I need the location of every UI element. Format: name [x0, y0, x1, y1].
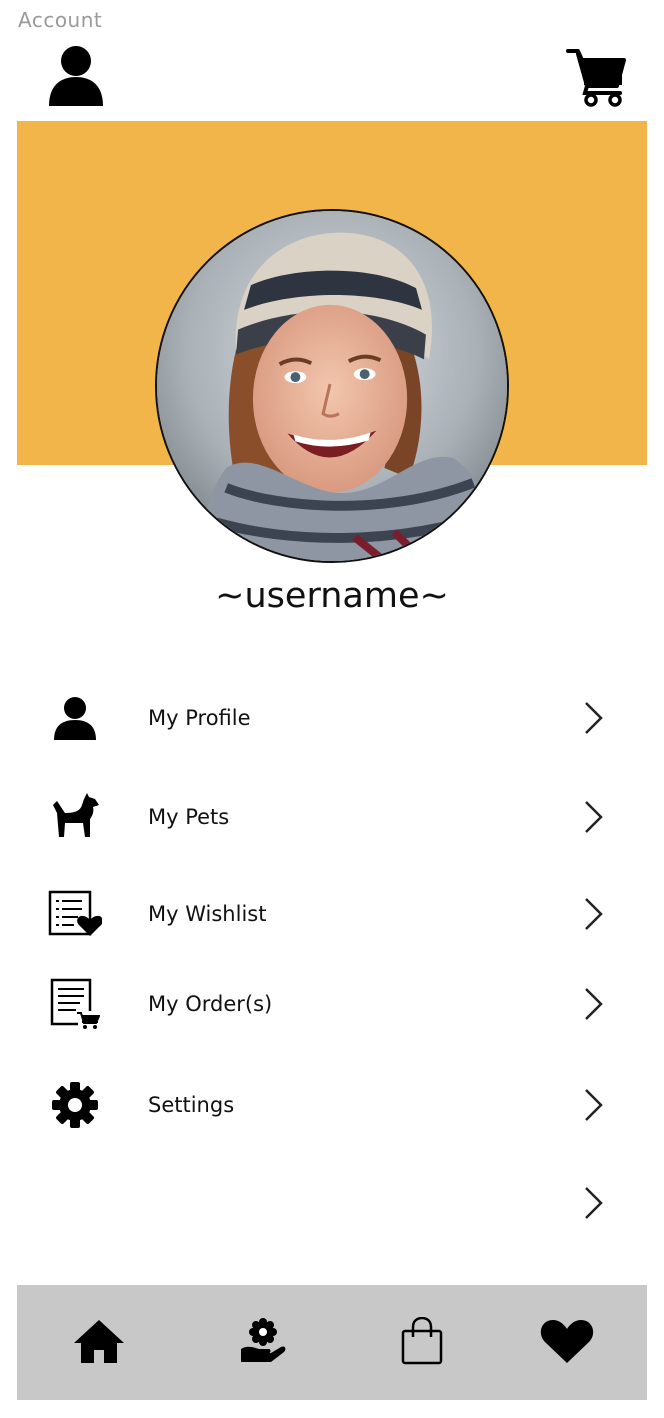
- user-icon: [47, 690, 103, 746]
- chevron-right-icon: [581, 986, 605, 1022]
- username: ~username~: [215, 576, 449, 616]
- avatar[interactable]: [155, 209, 509, 563]
- menu-item-my-orders[interactable]: My Order(s): [17, 964, 647, 1044]
- menu-item-label: My Order(s): [148, 992, 273, 1016]
- bottom-nav: [17, 1285, 647, 1400]
- shopping-bag-icon: [400, 1316, 444, 1370]
- menu-item-label: Settings: [148, 1093, 235, 1117]
- chevron-right-icon: [581, 896, 605, 932]
- pet-care-icon: [239, 1317, 287, 1370]
- account-user-icon[interactable]: [46, 44, 106, 106]
- nav-home[interactable]: [69, 1315, 129, 1371]
- chevron-right-icon: [581, 1185, 605, 1221]
- menu-item-my-wishlist[interactable]: My Wishlist: [17, 874, 647, 954]
- menu-item-label: My Wishlist: [148, 902, 267, 926]
- menu-item-settings[interactable]: Settings: [17, 1065, 647, 1145]
- gear-icon: [47, 1077, 103, 1133]
- menu-item-my-pets[interactable]: My Pets: [17, 777, 647, 857]
- menu-item-label: My Pets: [148, 805, 230, 829]
- cart-icon[interactable]: [564, 46, 628, 108]
- chevron-right-icon: [581, 1087, 605, 1123]
- menu-item-my-profile[interactable]: My Profile: [17, 678, 647, 758]
- nav-pet-care[interactable]: [233, 1315, 293, 1371]
- wishlist-icon: [47, 886, 103, 942]
- chevron-right-icon: [581, 799, 605, 835]
- nav-shop[interactable]: [392, 1315, 452, 1371]
- nav-favorites[interactable]: [537, 1315, 597, 1371]
- chevron-right-icon: [581, 700, 605, 736]
- heart-icon: [539, 1317, 595, 1370]
- menu-item-unlabeled[interactable]: [17, 1163, 647, 1243]
- page-title: Account: [18, 8, 103, 32]
- orders-icon: [47, 976, 103, 1032]
- menu-item-label: My Profile: [148, 706, 251, 730]
- dog-icon: [47, 789, 103, 845]
- home-icon: [72, 1317, 126, 1370]
